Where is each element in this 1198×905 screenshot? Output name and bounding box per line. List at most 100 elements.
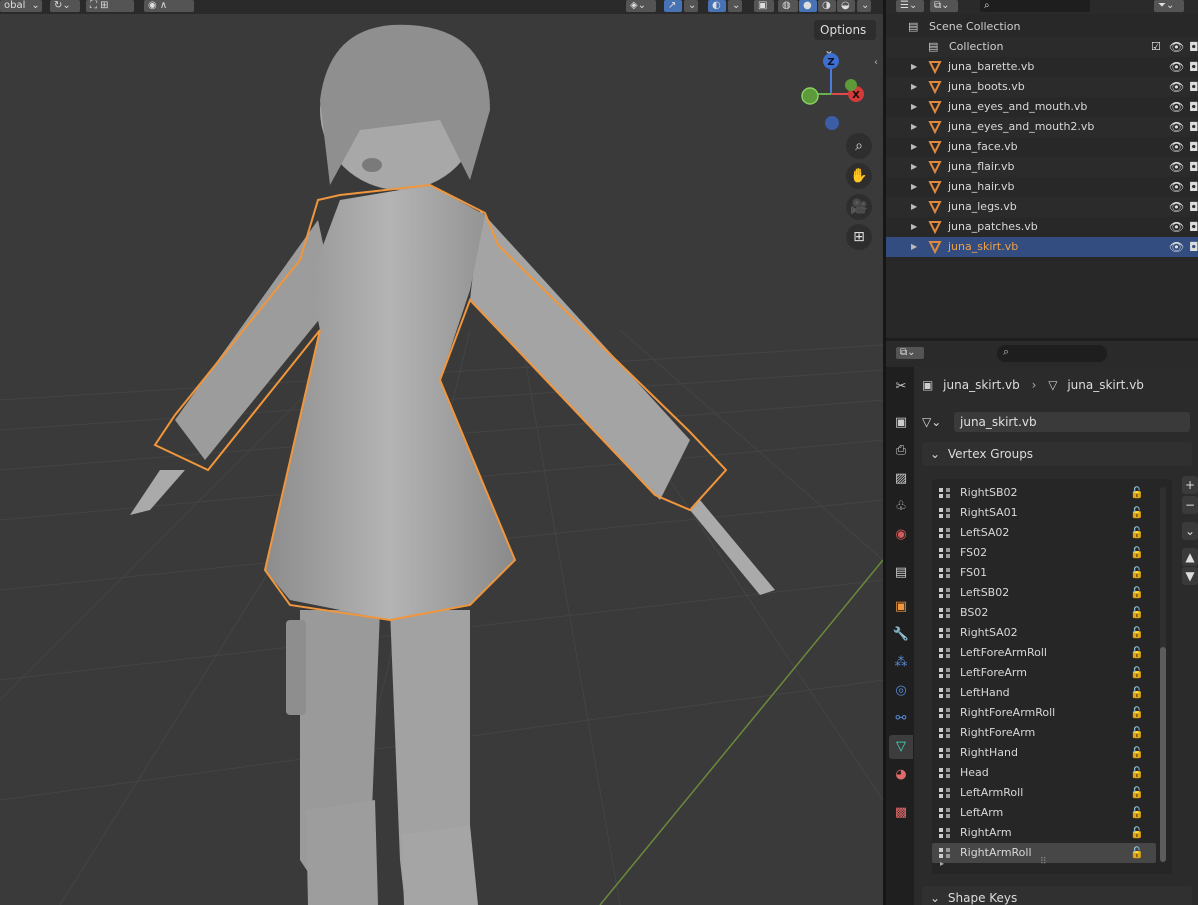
lock-icon[interactable]: 🔓 <box>1130 823 1144 843</box>
eye-icon[interactable]: 👁 <box>1169 117 1184 137</box>
camera-icon[interactable]: ◘ <box>1189 97 1198 117</box>
lock-icon[interactable]: 🔓 <box>1130 483 1144 503</box>
eye-icon[interactable]: 👁 <box>1169 37 1184 57</box>
mesh-name-field[interactable]: juna_skirt.vb <box>954 412 1190 432</box>
vertex-groups-panel-header[interactable]: ⌄ Vertex Groups <box>922 442 1192 466</box>
camera-icon[interactable]: ◘ <box>1189 57 1198 77</box>
lock-icon[interactable]: 🔓 <box>1130 663 1144 683</box>
expand-arrow-icon[interactable]: ▶ <box>911 157 917 177</box>
overlay-dropdown[interactable]: ⌄ <box>728 0 742 12</box>
vertex-group-row[interactable]: FS02 🔓 <box>932 543 1156 563</box>
vertex-group-scrollbar[interactable] <box>1160 487 1166 862</box>
tab-data[interactable]: ▽ <box>889 735 913 759</box>
pivot-point-button[interactable]: ↻⌄ <box>50 0 80 12</box>
eye-icon[interactable]: 👁 <box>1169 217 1184 237</box>
eye-icon[interactable]: 👁 <box>1169 137 1184 157</box>
outliner-search-input[interactable]: ⌕ <box>980 0 1090 12</box>
filter-options-icon[interactable]: ▸ <box>940 859 944 868</box>
vertex-group-row[interactable]: RightSA01 🔓 <box>932 503 1156 523</box>
lock-icon[interactable]: 🔓 <box>1130 603 1144 623</box>
vertex-group-list[interactable]: RightSB02 🔓 RightSA01 🔓 LeftSA02 🔓 FS02 🔓 FS01 🔓 L… <box>932 479 1172 874</box>
overlay-toggle[interactable]: ◐ <box>708 0 726 12</box>
eye-icon[interactable]: 👁 <box>1169 197 1184 217</box>
lock-icon[interactable]: 🔓 <box>1130 503 1144 523</box>
snap-button[interactable]: ⛶ ⊞ <box>86 0 134 12</box>
eye-icon[interactable]: 👁 <box>1169 77 1184 97</box>
vertex-group-row[interactable]: LeftArm 🔓 <box>932 803 1156 823</box>
outliner-object-row[interactable]: ▶ juna_skirt.vb 👁 ◘ <box>886 237 1198 257</box>
lock-icon[interactable]: 🔓 <box>1130 783 1144 803</box>
camera-view-button[interactable]: 🎥 <box>846 194 872 220</box>
gizmo-toggle[interactable]: ↗ <box>664 0 682 12</box>
outliner-object-row[interactable]: ▶ juna_patches.vb 👁 ◘ <box>886 217 1198 237</box>
scrollbar-thumb[interactable] <box>1160 647 1166 862</box>
eye-icon[interactable]: 👁 <box>1169 57 1184 77</box>
expand-arrow-icon[interactable]: ▶ <box>911 137 917 157</box>
shape-keys-panel-header[interactable]: ⌄ Shape Keys <box>922 886 1192 905</box>
move-up-button[interactable]: ▲ <box>1182 548 1198 566</box>
camera-icon[interactable]: ◘ <box>1189 177 1198 197</box>
expand-arrow-icon[interactable]: ▶ <box>911 177 917 197</box>
shading-wireframe[interactable]: ◍ <box>778 0 798 12</box>
shading-dropdown[interactable]: ⌄ <box>857 0 871 12</box>
zoom-button[interactable]: ⌕ <box>846 133 872 159</box>
lock-icon[interactable]: 🔓 <box>1130 703 1144 723</box>
scene-collection-row[interactable]: ▤ Scene Collection <box>886 17 1198 37</box>
navigation-gizmo[interactable]: Z X <box>796 50 868 132</box>
add-vertex-group-button[interactable]: + <box>1182 476 1198 494</box>
filter-dropdown[interactable]: ⏷⌄ <box>1154 0 1184 12</box>
vertex-group-row[interactable]: LeftHand 🔓 <box>932 683 1156 703</box>
tab-physics[interactable]: ◎ <box>889 679 913 703</box>
properties-editor[interactable]: ⧉⌄ ⌕ ✂ ▣ ⎙ ▨ ♧ ◉ ▤ ▣ 🔧 ⁂ ◎ ⚯ ▽ ◕ ▩ ▣ jun… <box>886 341 1198 905</box>
outliner-object-row[interactable]: ▶ juna_legs.vb 👁 ◘ <box>886 197 1198 217</box>
tab-texture[interactable]: ▩ <box>889 801 913 825</box>
vertex-group-row[interactable]: Head 🔓 <box>932 763 1156 783</box>
camera-icon[interactable]: ◘ <box>1189 117 1198 137</box>
lock-icon[interactable]: 🔓 <box>1130 563 1144 583</box>
vertex-group-row[interactable]: RightHand 🔓 <box>932 743 1156 763</box>
lock-icon[interactable]: 🔓 <box>1130 543 1144 563</box>
mesh-browse-dropdown[interactable]: ▽⌄ <box>922 412 952 432</box>
outliner-object-row[interactable]: ▶ juna_boots.vb 👁 ◘ <box>886 77 1198 97</box>
tab-object[interactable]: ▣ <box>889 595 913 619</box>
lock-icon[interactable]: 🔓 <box>1130 843 1144 863</box>
vertex-group-row[interactable]: RightForeArm 🔓 <box>932 723 1156 743</box>
lock-icon[interactable]: 🔓 <box>1130 583 1144 603</box>
tab-render[interactable]: ▣ <box>889 411 913 435</box>
expand-arrow-icon[interactable]: ▶ <box>911 237 917 257</box>
gizmo-dropdown[interactable]: ⌄ <box>684 0 698 12</box>
vertex-group-row[interactable]: LeftForeArmRoll 🔓 <box>932 643 1156 663</box>
lock-icon[interactable]: 🔓 <box>1130 643 1144 663</box>
outliner-object-row[interactable]: ▶ juna_face.vb 👁 ◘ <box>886 137 1198 157</box>
outliner-object-row[interactable]: ▶ juna_hair.vb 👁 ◘ <box>886 177 1198 197</box>
outliner-object-row[interactable]: ▶ juna_flair.vb 👁 ◘ <box>886 157 1198 177</box>
expand-arrow-icon[interactable]: ▶ <box>911 77 917 97</box>
tab-collection[interactable]: ▤ <box>889 561 913 585</box>
eye-icon[interactable]: 👁 <box>1169 157 1184 177</box>
move-down-button[interactable]: ▼ <box>1182 567 1198 585</box>
outliner-object-row[interactable]: ▶ juna_eyes_and_mouth2.vb 👁 ◘ <box>886 117 1198 137</box>
pan-button[interactable]: ✋ <box>846 163 872 189</box>
camera-icon[interactable]: ◘ <box>1189 197 1198 217</box>
lock-icon[interactable]: 🔓 <box>1130 803 1144 823</box>
proportional-edit-button[interactable]: ◉ ∧ <box>144 0 194 12</box>
xray-toggle[interactable]: ▣ <box>754 0 774 12</box>
remove-vertex-group-button[interactable]: − <box>1182 496 1198 514</box>
eye-icon[interactable]: 👁 <box>1169 237 1184 257</box>
camera-icon[interactable]: ◘ <box>1189 237 1198 257</box>
outliner-object-row[interactable]: ▶ juna_barette.vb 👁 ◘ <box>886 57 1198 77</box>
tab-view-layer[interactable]: ▨ <box>889 467 913 491</box>
tab-scene[interactable]: ♧ <box>889 495 913 519</box>
vertex-group-row[interactable]: BS02 🔓 <box>932 603 1156 623</box>
perspective-toggle-button[interactable]: ⊞ <box>846 224 872 250</box>
tab-tool[interactable]: ✂ <box>889 375 913 399</box>
lock-icon[interactable]: 🔓 <box>1130 763 1144 783</box>
tab-modifiers[interactable]: 🔧 <box>889 623 913 647</box>
editor-type-dropdown[interactable]: ⧉⌄ <box>896 347 924 359</box>
lock-icon[interactable]: 🔓 <box>1130 623 1144 643</box>
vertex-group-row[interactable]: LeftArmRoll 🔓 <box>932 783 1156 803</box>
vertex-group-row[interactable]: LeftForeArm 🔓 <box>932 663 1156 683</box>
vertex-group-row[interactable]: LeftSB02 🔓 <box>932 583 1156 603</box>
tab-output[interactable]: ⎙ <box>889 439 913 463</box>
expand-arrow-icon[interactable]: ▶ <box>911 197 917 217</box>
